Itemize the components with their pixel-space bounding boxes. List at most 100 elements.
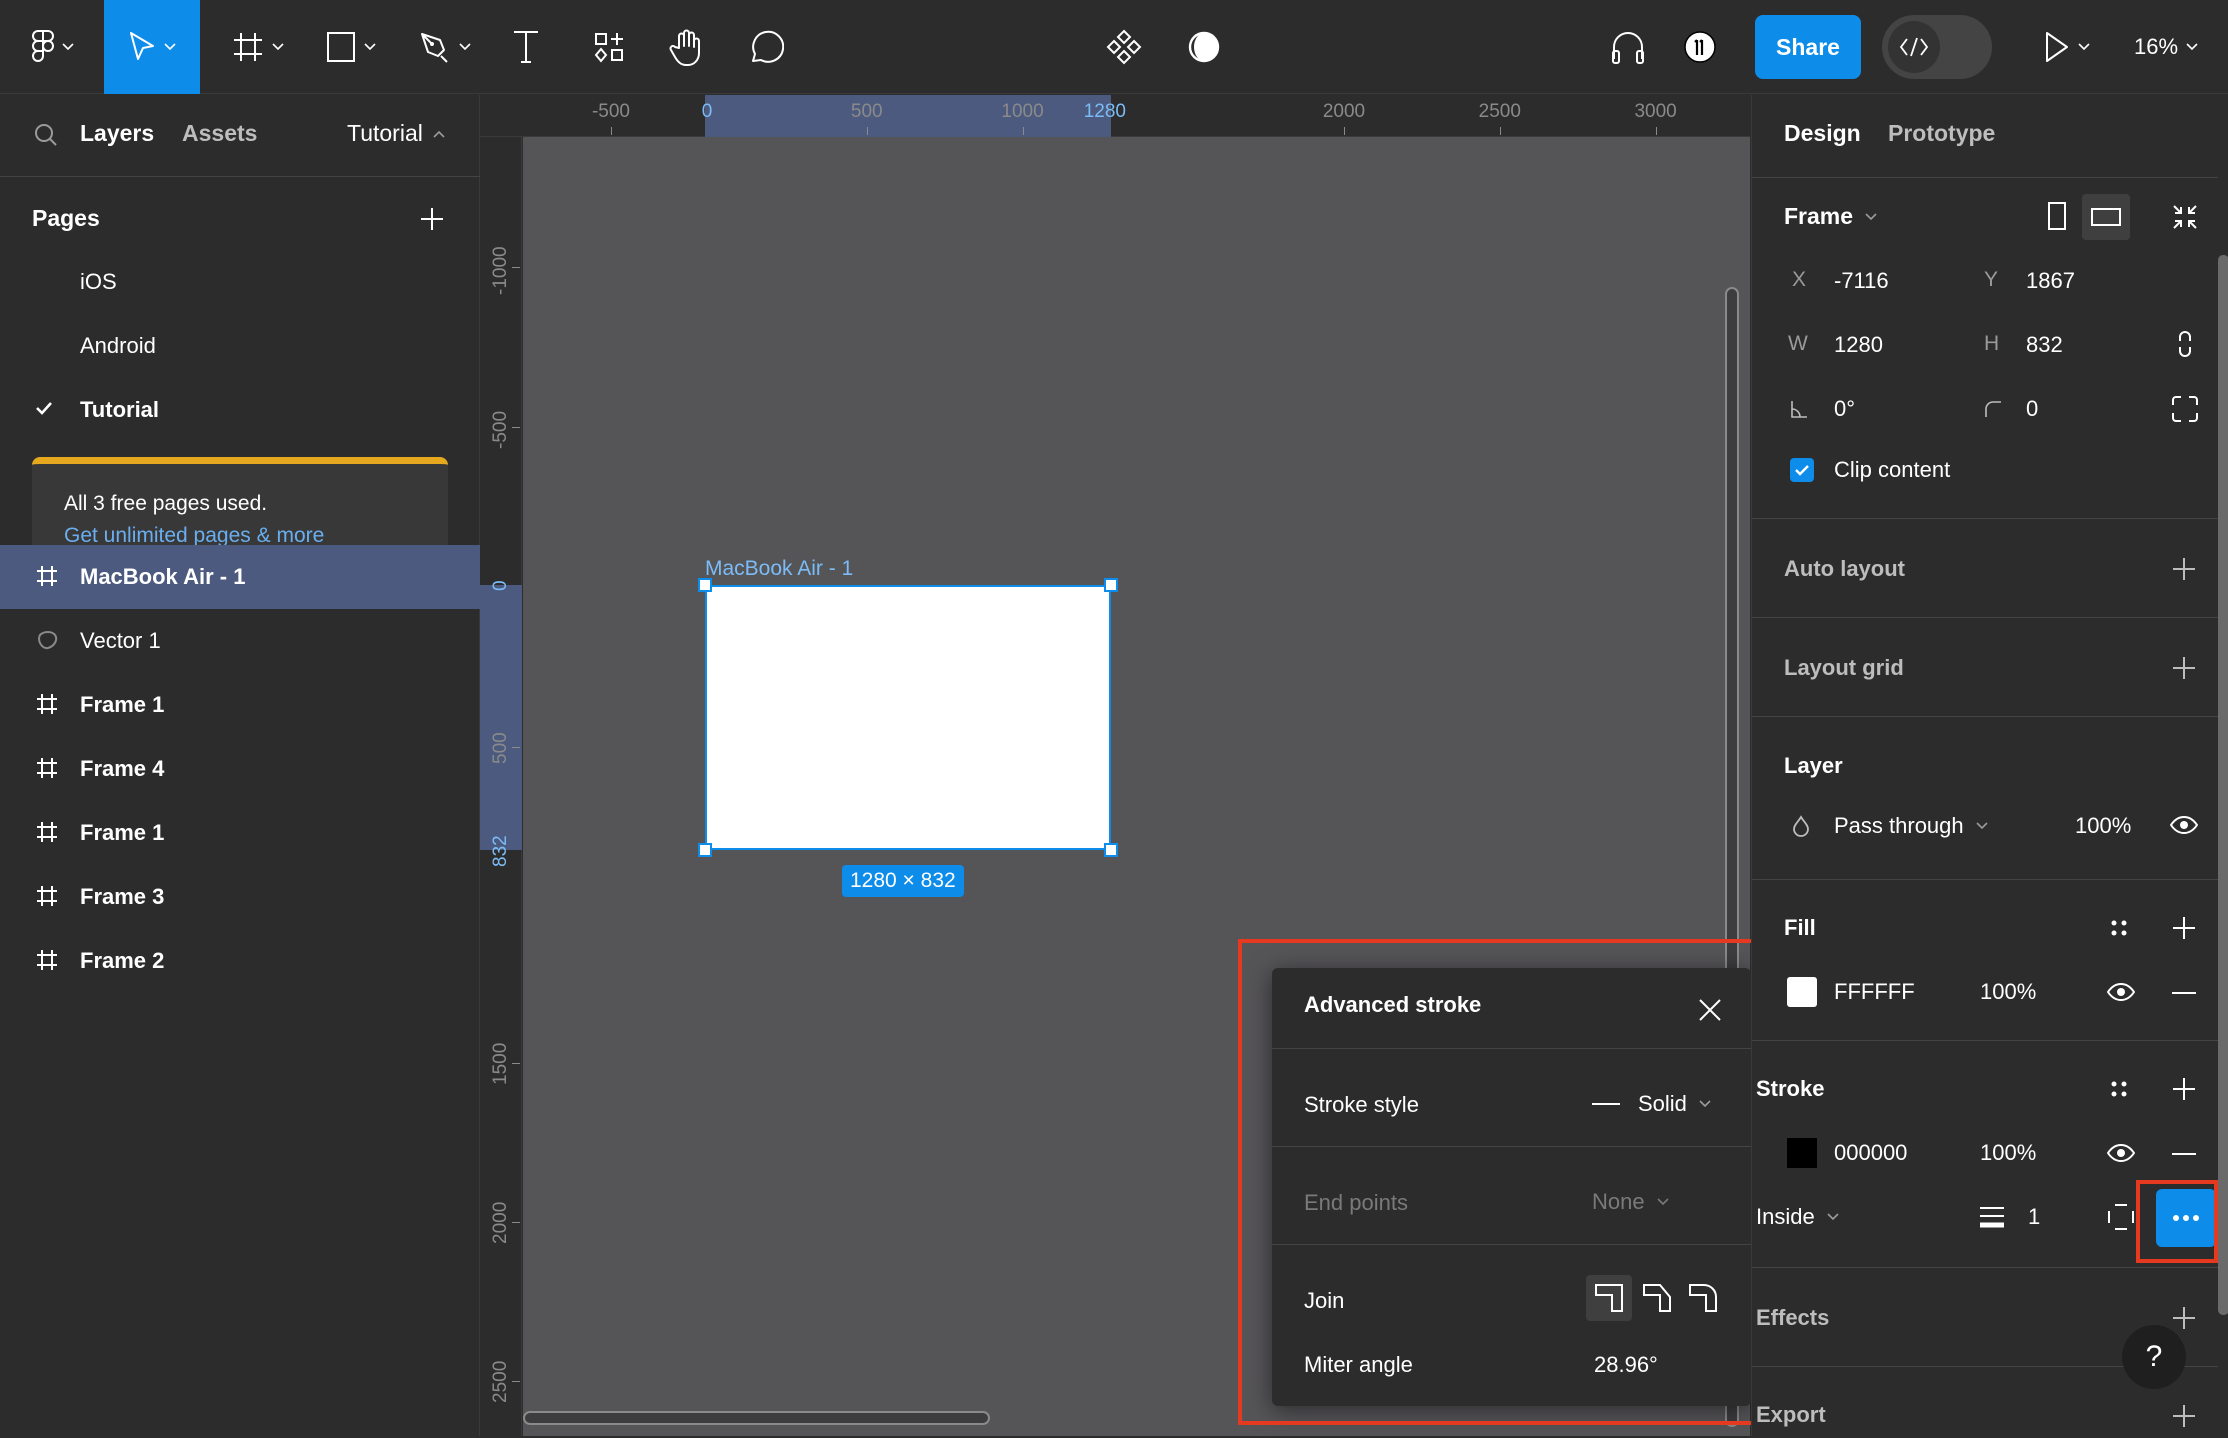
h-input[interactable]: 832: [2026, 332, 2063, 358]
stroke-section: Stroke 000000 100% Inside 1: [1752, 1042, 2218, 1268]
stroke-position-dropdown[interactable]: Inside: [1756, 1204, 1839, 1230]
miter-angle-input[interactable]: 28.96°: [1594, 1352, 1658, 1378]
tab-design[interactable]: Design: [1784, 120, 1861, 147]
advanced-stroke-button[interactable]: [2156, 1189, 2216, 1247]
add-fill-icon[interactable]: [2172, 916, 2196, 940]
layer-opacity-input[interactable]: 100%: [2075, 813, 2131, 839]
individual-strokes-icon[interactable]: [2108, 1204, 2134, 1230]
add-stroke-icon[interactable]: [2172, 1077, 2196, 1101]
zoom-dropdown[interactable]: 16%: [2134, 0, 2198, 94]
left-panel: Layers Assets Tutorial Pages iOS Android…: [0, 95, 480, 1436]
share-button[interactable]: Share: [1755, 15, 1861, 79]
resize-handle-top-left[interactable]: [698, 578, 712, 592]
layer-item[interactable]: Vector 1: [0, 609, 480, 673]
join-round-button[interactable]: [1680, 1275, 1726, 1321]
tab-layers[interactable]: Layers: [80, 120, 154, 147]
resources-button[interactable]: [588, 0, 630, 94]
y-input[interactable]: 1867: [2026, 268, 2075, 294]
fill-hex-input[interactable]: FFFFFF: [1834, 979, 1915, 1005]
styles-grid-icon[interactable]: [2110, 1080, 2128, 1098]
page-switcher[interactable]: Tutorial: [347, 120, 445, 147]
w-input[interactable]: 1280: [1834, 332, 1883, 358]
add-page-icon[interactable]: [420, 207, 444, 231]
portrait-icon[interactable]: [2048, 202, 2066, 230]
ruler-tick: [512, 427, 520, 428]
frame-hash-icon: [234, 33, 262, 61]
search-icon[interactable]: [34, 123, 58, 147]
right-panel-scrollbar[interactable]: [2218, 255, 2228, 1315]
add-layout-grid-icon[interactable]: [2172, 656, 2196, 680]
ruler-tick: [1499, 127, 1501, 135]
theme-toggle-button[interactable]: [1184, 0, 1224, 94]
constrain-proportions-icon[interactable]: [2178, 330, 2192, 358]
stroke-style-dropdown[interactable]: Solid: [1592, 1086, 1711, 1122]
upgrade-link[interactable]: Get unlimited pages & more: [64, 524, 324, 547]
landscape-button[interactable]: [2082, 194, 2130, 240]
eye-icon[interactable]: [2170, 816, 2198, 834]
selected-frame[interactable]: [705, 585, 1111, 850]
add-export-icon[interactable]: [2172, 1404, 2196, 1428]
frame-tool-button[interactable]: [218, 0, 298, 94]
main-menu-button[interactable]: [18, 0, 88, 94]
add-auto-layout-icon[interactable]: [2172, 557, 2196, 581]
chevron-down-icon: [62, 43, 74, 51]
components-button[interactable]: [1104, 0, 1144, 94]
stroke-color-swatch[interactable]: [1787, 1138, 1817, 1168]
stroke-opacity-input[interactable]: 100%: [1980, 1140, 2036, 1166]
tab-prototype[interactable]: Prototype: [1888, 120, 1995, 147]
page-item-tutorial[interactable]: Tutorial: [80, 397, 159, 423]
resize-handle-top-right[interactable]: [1104, 578, 1118, 592]
resize-handle-bottom-right[interactable]: [1104, 843, 1118, 857]
pen-tool-button[interactable]: [410, 0, 480, 94]
remove-fill-icon[interactable]: [2172, 991, 2196, 995]
rotation-input[interactable]: 0°: [1834, 396, 1855, 422]
canvas-horizontal-scrollbar[interactable]: [523, 1411, 990, 1425]
resize-to-fit-icon[interactable]: [2172, 204, 2198, 230]
hand-tool-button[interactable]: [665, 0, 709, 94]
fill-opacity-input[interactable]: 100%: [1980, 979, 2036, 1005]
layer-item[interactable]: MacBook Air - 1: [0, 545, 480, 609]
layer-item[interactable]: Frame 4: [0, 737, 480, 801]
shape-tool-button[interactable]: [316, 0, 386, 94]
comment-tool-button[interactable]: [744, 0, 788, 94]
user-avatar[interactable]: [1680, 0, 1720, 94]
tab-assets[interactable]: Assets: [182, 120, 257, 147]
clip-content-checkbox[interactable]: [1790, 458, 1814, 482]
close-icon[interactable]: [1698, 998, 1722, 1022]
end-points-dropdown[interactable]: None: [1592, 1184, 1669, 1220]
layer-item[interactable]: Frame 1: [0, 673, 480, 737]
blend-mode-dropdown[interactable]: Pass through: [1834, 813, 1988, 839]
layer-item[interactable]: Frame 3: [0, 865, 480, 929]
frame-preset-dropdown[interactable]: Frame: [1784, 203, 1877, 230]
dev-mode-toggle[interactable]: [1882, 15, 1992, 79]
resize-handle-bottom-left[interactable]: [698, 843, 712, 857]
add-effect-icon[interactable]: [2172, 1306, 2196, 1330]
page-item-ios[interactable]: iOS: [80, 269, 117, 295]
remove-stroke-icon[interactable]: [2172, 1152, 2196, 1156]
frame-name-label[interactable]: MacBook Air - 1: [705, 557, 853, 581]
present-button[interactable]: [2032, 0, 2102, 94]
fill-color-swatch[interactable]: [1787, 977, 1817, 1007]
join-miter-button[interactable]: [1586, 1275, 1632, 1321]
ruler-tick: [1022, 127, 1024, 135]
stroke-weight-input[interactable]: 1: [2028, 1204, 2040, 1230]
move-tool-button[interactable]: [104, 0, 200, 94]
styles-grid-icon[interactable]: [2110, 919, 2128, 937]
layer-item[interactable]: Frame 2: [0, 929, 480, 993]
eye-icon[interactable]: [2107, 983, 2135, 1001]
corner-radius-input[interactable]: 0: [2026, 396, 2038, 422]
help-button[interactable]: ?: [2122, 1325, 2186, 1389]
audio-button[interactable]: [1606, 0, 1650, 94]
page-switcher-label: Tutorial: [347, 120, 423, 146]
page-item-android[interactable]: Android: [80, 333, 156, 359]
text-tool-button[interactable]: [505, 0, 547, 94]
ruler-selection-highlight: [480, 585, 522, 850]
independent-corners-icon[interactable]: [2172, 396, 2198, 422]
corner-radius-icon: [1985, 401, 2001, 417]
stroke-hex-input[interactable]: 000000: [1834, 1140, 1907, 1166]
x-input[interactable]: -7116: [1834, 268, 1889, 294]
join-bevel-button[interactable]: [1634, 1275, 1680, 1321]
eye-icon[interactable]: [2107, 1144, 2135, 1162]
layer-item[interactable]: Frame 1: [0, 801, 480, 865]
solid-line-icon: [1592, 1103, 1620, 1105]
